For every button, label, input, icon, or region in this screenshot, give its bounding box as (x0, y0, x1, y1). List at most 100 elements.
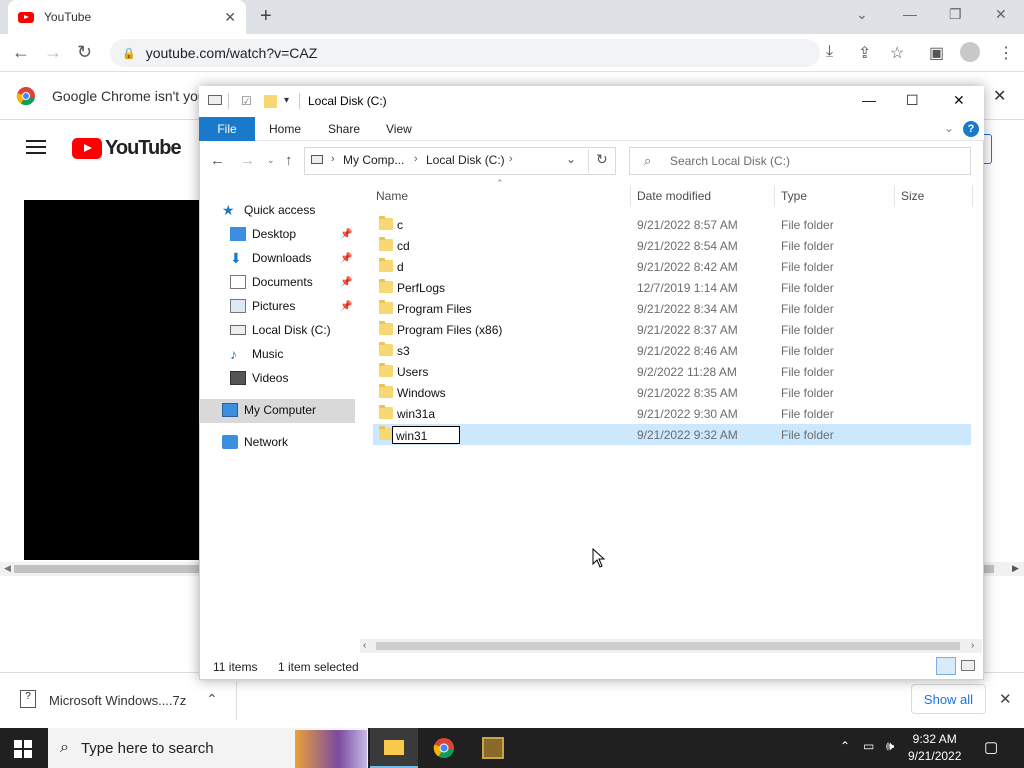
column-header-size[interactable]: Size (901, 189, 924, 203)
recent-locations-chevron-icon[interactable]: ⌄ (267, 155, 275, 166)
details-view-icon[interactable] (936, 657, 956, 675)
ribbon-tab-home[interactable]: Home (269, 122, 301, 136)
column-separator[interactable] (630, 185, 631, 207)
pin-icon[interactable]: 📌 (340, 253, 352, 264)
breadcrumb-separator-icon[interactable]: › (331, 153, 335, 165)
file-row[interactable]: PerfLogs 12/7/2019 1:14 AM File folder (373, 277, 971, 298)
file-row[interactable]: c 9/21/2022 8:57 AM File folder (373, 214, 971, 235)
pin-icon[interactable]: 📌 (340, 229, 352, 240)
address-history-chevron-icon[interactable]: ⌄ (566, 152, 576, 166)
nav-downloads[interactable]: ⬇ Downloads 📌 (230, 247, 360, 269)
taskbar-clock[interactable]: 9:32 AM 9/21/2022 (908, 731, 961, 765)
column-header-date[interactable]: Date modified (637, 189, 711, 203)
rename-input[interactable]: win31 (392, 426, 460, 444)
restore-icon[interactable]: ❐ (949, 6, 962, 23)
nav-local-disk[interactable]: Local Disk (C:) (230, 319, 331, 341)
column-separator[interactable] (894, 185, 895, 207)
show-hidden-icons-icon[interactable]: ⌃ (840, 739, 850, 753)
file-row[interactable]: Users 9/2/2022 11:28 AM File folder (373, 361, 971, 382)
file-row[interactable]: Program Files (x86) 9/21/2022 8:37 AM File… (373, 319, 971, 340)
nav-network[interactable]: Network (222, 431, 288, 453)
quick-access-toolbar-chevron-icon[interactable]: ▾ (284, 95, 289, 106)
tab-youtube[interactable]: YouTube ✕ (8, 0, 246, 34)
refresh-icon[interactable]: ↻ (596, 151, 608, 168)
scroll-left-icon[interactable]: ‹ (363, 640, 366, 651)
explorer-search-box[interactable]: ⌕ Search Local Disk (C:) (629, 147, 971, 175)
close-window-icon[interactable]: ✕ (995, 6, 1007, 23)
large-icons-view-icon[interactable] (961, 660, 975, 671)
nav-music[interactable]: ♪ Music (230, 343, 283, 365)
file-list-horizontal-scrollbar[interactable] (360, 639, 982, 653)
scroll-right-icon[interactable]: › (971, 640, 974, 651)
explorer-maximize-icon[interactable]: ☐ (906, 92, 919, 109)
taskbar-chrome[interactable] (420, 728, 468, 768)
volume-icon[interactable]: 🕪 (886, 738, 894, 754)
forward-icon[interactable]: → (44, 42, 62, 63)
notification-icon[interactable]: ▢ (984, 738, 998, 756)
nav-desktop[interactable]: Desktop 📌 (230, 223, 360, 245)
up-folder-icon[interactable]: ↑ (285, 152, 293, 169)
ribbon-tab-file[interactable]: File (199, 117, 255, 141)
show-all-button[interactable]: Show all (911, 684, 986, 714)
file-row-selected[interactable]: win31 9/21/2022 9:32 AM File folder (373, 424, 971, 445)
profile-avatar[interactable] (960, 42, 980, 62)
minimize-icon[interactable]: — (903, 6, 917, 22)
scrollbar-thumb[interactable] (376, 642, 960, 650)
network-icon[interactable]: ▭ (863, 739, 874, 753)
youtube-logo[interactable]: YouTube (72, 137, 182, 160)
nav-videos[interactable]: Videos (230, 367, 288, 389)
expand-ribbon-chevron-icon[interactable]: ⌄ (944, 121, 954, 135)
explorer-close-icon[interactable]: ✕ (953, 92, 965, 109)
ribbon-tab-share[interactable]: Share (328, 122, 360, 136)
file-row[interactable]: win31a 9/21/2022 9:30 AM File folder (373, 403, 971, 424)
menu-kebab-icon[interactable]: ⋮ (998, 43, 1014, 63)
pin-icon[interactable]: 📌 (340, 301, 352, 312)
explorer-back-icon[interactable]: ← (210, 152, 225, 169)
nav-pictures[interactable]: Pictures 📌 (230, 295, 360, 317)
hamburger-menu-icon[interactable] (26, 140, 46, 154)
video-player[interactable] (24, 200, 199, 560)
nav-my-computer[interactable]: My Computer (222, 399, 316, 421)
nav-documents[interactable]: Documents 📌 (230, 271, 360, 293)
column-header-name[interactable]: Name (376, 189, 408, 203)
infobar-close-icon[interactable]: ✕ (993, 86, 1006, 106)
bookmark-star-icon[interactable]: ☆ (890, 43, 904, 63)
explorer-forward-icon[interactable]: → (240, 152, 255, 169)
column-separator[interactable] (774, 185, 775, 207)
downloads-close-icon[interactable]: ✕ (999, 690, 1012, 708)
help-icon[interactable]: ? (963, 121, 979, 137)
windows-start-icon[interactable] (14, 740, 32, 758)
download-options-chevron-icon[interactable]: ⌃ (206, 691, 218, 708)
breadcrumb-my-computer[interactable]: My Comp... (343, 153, 404, 167)
column-separator[interactable] (972, 185, 973, 207)
properties-icon[interactable]: ☑ (241, 94, 252, 108)
pin-icon[interactable]: 📌 (340, 277, 352, 288)
scroll-right-icon[interactable]: ▶ (1012, 563, 1019, 574)
column-header-type[interactable]: Type (781, 189, 807, 203)
back-icon[interactable]: ← (12, 42, 30, 63)
tab-close-icon[interactable]: ✕ (224, 9, 236, 26)
taskbar-file-explorer[interactable] (370, 728, 418, 768)
address-bar[interactable]: 🔒 youtube.com/watch?v=CAZ (110, 39, 820, 67)
taskbar-dosbox[interactable] (469, 728, 517, 768)
download-item[interactable]: Microsoft Windows....7z (49, 693, 186, 708)
file-row[interactable]: d 9/21/2022 8:42 AM File folder (373, 256, 971, 277)
file-row[interactable]: s3 9/21/2022 8:46 AM File folder (373, 340, 971, 361)
side-panel-icon[interactable]: ▣ (929, 43, 944, 63)
ribbon-tab-view[interactable]: View (386, 122, 412, 136)
new-folder-icon[interactable] (264, 95, 277, 108)
tab-search-chevron-icon[interactable]: ⌄ (856, 6, 868, 23)
install-icon[interactable]: ⤓ (826, 43, 833, 61)
new-tab-button[interactable]: + (260, 5, 272, 28)
explorer-minimize-icon[interactable]: — (862, 92, 876, 108)
file-row[interactable]: Windows 9/21/2022 8:35 AM File folder (373, 382, 971, 403)
breadcrumb-separator-icon[interactable]: › (509, 153, 513, 165)
file-row[interactable]: cd 9/21/2022 8:54 AM File folder (373, 235, 971, 256)
share-icon[interactable]: ⇪ (858, 43, 871, 63)
reload-icon[interactable]: ↻ (77, 42, 92, 63)
scroll-left-icon[interactable]: ◀ (4, 563, 11, 574)
nav-quick-access[interactable]: ★ Quick access (222, 199, 315, 221)
breadcrumb-local-disk[interactable]: Local Disk (C:) (426, 153, 505, 167)
file-row[interactable]: Program Files 9/21/2022 8:34 AM File folde… (373, 298, 971, 319)
sign-in-button[interactable] (984, 134, 992, 164)
